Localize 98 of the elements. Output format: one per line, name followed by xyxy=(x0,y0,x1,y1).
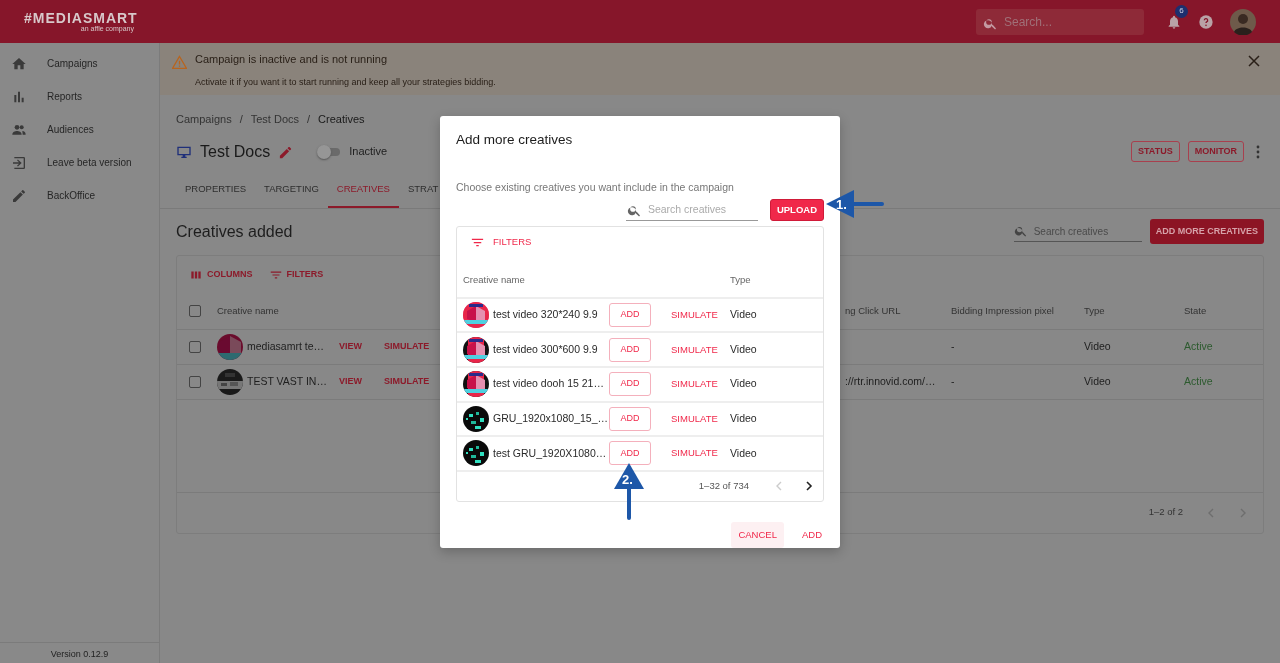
upload-button[interactable]: UPLOAD xyxy=(769,199,824,221)
sidebar-item[interactable]: Reports xyxy=(0,80,159,113)
tab[interactable]: TARGETING xyxy=(255,173,328,208)
add-button[interactable]: ADD xyxy=(609,337,651,362)
sidebar-item[interactable]: Campaigns xyxy=(0,47,159,80)
checkbox[interactable] xyxy=(189,340,201,353)
outline-button[interactable]: STATUS xyxy=(1131,141,1180,162)
simulate-link[interactable]: SIMULATE xyxy=(663,342,730,357)
action-link[interactable]: VIEW xyxy=(339,339,384,354)
table-cell-text: Video xyxy=(730,341,758,357)
creative-name: test video 320*240 9.9 xyxy=(493,307,598,323)
table-cell-text: - xyxy=(951,338,956,354)
section-title: Creatives added xyxy=(176,221,293,242)
toolbar-button[interactable]: COLUMNS xyxy=(189,267,253,282)
annotation-arrow xyxy=(614,463,644,520)
add-button[interactable]: ADD xyxy=(609,441,651,466)
add-more-creatives-button[interactable]: ADD MORE CREATIVES xyxy=(1149,218,1264,245)
notification-badge: 6 xyxy=(1175,4,1188,18)
sidebar-item[interactable]: Leave beta version xyxy=(0,146,159,179)
campaign-title: Test Docs xyxy=(200,141,271,162)
column-header: Type xyxy=(730,272,752,287)
help-icon[interactable] xyxy=(1198,13,1214,30)
checkbox[interactable] xyxy=(189,375,201,388)
user-avatar[interactable] xyxy=(1230,8,1256,35)
tab[interactable]: CREATIVES xyxy=(327,173,399,208)
action-link[interactable]: SIMULATE xyxy=(384,374,484,389)
breadcrumb-item: Creatives xyxy=(318,112,365,127)
table-cell-text: - xyxy=(951,373,956,389)
breadcrumb-separator: / xyxy=(239,112,243,127)
exit-icon xyxy=(11,154,27,171)
search-icon xyxy=(626,203,642,219)
close-icon[interactable] xyxy=(1248,55,1260,67)
annotation-arrow xyxy=(826,190,884,218)
version-label: Version 0.12.9 xyxy=(0,641,159,663)
status-text: Active xyxy=(1184,338,1214,354)
simulate-link[interactable]: SIMULATE xyxy=(663,446,730,461)
simulate-link[interactable]: SIMULATE xyxy=(663,411,730,426)
outline-button[interactable]: MONITOR xyxy=(1187,141,1244,162)
action-link[interactable]: VIEW xyxy=(339,374,384,389)
pencil-icon xyxy=(11,187,27,204)
search-field[interactable]: Search creatives xyxy=(1031,221,1142,241)
dialog-title: Add more creatives xyxy=(456,131,574,149)
checkbox[interactable] xyxy=(189,305,201,317)
simulate-link[interactable]: SIMULATE xyxy=(663,307,730,323)
table-cell-text: ://rtr.innovid.com/… xyxy=(845,373,937,389)
creative-name: test GRU_1920X1080… xyxy=(493,445,607,461)
search-field[interactable]: Search... xyxy=(976,8,1144,35)
sidebar-item[interactable]: Audiences xyxy=(0,113,159,146)
pencil-icon xyxy=(278,144,294,160)
add-button[interactable]: ADD xyxy=(609,372,651,397)
tab[interactable]: STRAT xyxy=(398,173,448,208)
table-cell-text: Video xyxy=(730,307,758,323)
table-cell-text: mediasamrt te… xyxy=(247,338,325,354)
toggle-switch[interactable] xyxy=(317,144,342,159)
column-header: Creative name xyxy=(217,303,280,318)
column-header: Bidding Impression pixel xyxy=(951,303,1055,318)
annotation-label: 2. xyxy=(622,473,633,486)
previous-page-icon[interactable] xyxy=(1207,507,1215,518)
table-cell-text: Video xyxy=(730,376,758,392)
pagination-label: 1–32 of 734 xyxy=(698,479,749,494)
bell-icon[interactable] xyxy=(1166,14,1182,31)
breadcrumb-separator: / xyxy=(307,112,311,127)
add-button[interactable]: ADD xyxy=(609,303,651,328)
action-link[interactable]: SIMULATE xyxy=(384,339,484,354)
sidebar-item[interactable]: BackOffice xyxy=(0,179,159,212)
pagination-label: 1–2 of 2 xyxy=(1148,505,1183,520)
home-icon xyxy=(11,55,27,72)
breadcrumb-item[interactable]: Campaigns xyxy=(176,111,232,128)
table-cell-text: Video xyxy=(1084,338,1112,354)
table-cell-text: Video xyxy=(730,410,758,426)
creative-name: test video 300*600 9.9 xyxy=(493,341,598,357)
column-header: Type xyxy=(1084,303,1106,318)
next-page-icon[interactable] xyxy=(805,481,813,492)
status-text: Active xyxy=(1184,373,1214,389)
status-label: Inactive xyxy=(349,144,388,160)
toolbar-button[interactable]: FILTERS xyxy=(268,267,324,282)
column-header: State xyxy=(1184,303,1208,318)
filters-button[interactable]: FILTERS xyxy=(470,234,532,250)
breadcrumb-item[interactable]: Test Docs xyxy=(250,111,299,128)
table-cell-text: TEST VAST IN… xyxy=(247,373,327,389)
simulate-link[interactable]: SIMULATE xyxy=(663,377,730,392)
column-header: Creative name xyxy=(463,272,526,287)
dialog-subtitle: Choose existing creatives you want include in the campaign xyxy=(456,180,735,196)
warning-icon xyxy=(172,55,187,69)
add-button[interactable]: ADD xyxy=(799,521,824,548)
tab[interactable]: PROPERTIES xyxy=(176,173,256,208)
creative-name: GRU_1920x1080_15_… xyxy=(493,410,608,426)
search-icon xyxy=(1013,224,1028,238)
table-cell-text: Video xyxy=(1084,373,1112,389)
creative-name: test video dooh 15 21… xyxy=(493,376,604,392)
table-cell-text: Video xyxy=(730,445,758,461)
column-header: ng Click URL xyxy=(845,303,902,318)
annotation-label: 1. xyxy=(836,198,847,211)
cancel-button[interactable]: CANCEL xyxy=(731,521,784,548)
banner-message: Activate it if you want it to start running and keep all your strategies bidding. xyxy=(195,75,497,89)
search-field[interactable]: Search creatives xyxy=(625,200,758,221)
add-button[interactable]: ADD xyxy=(609,406,651,431)
banner-title: Campaign is inactive and is not running xyxy=(195,52,388,67)
